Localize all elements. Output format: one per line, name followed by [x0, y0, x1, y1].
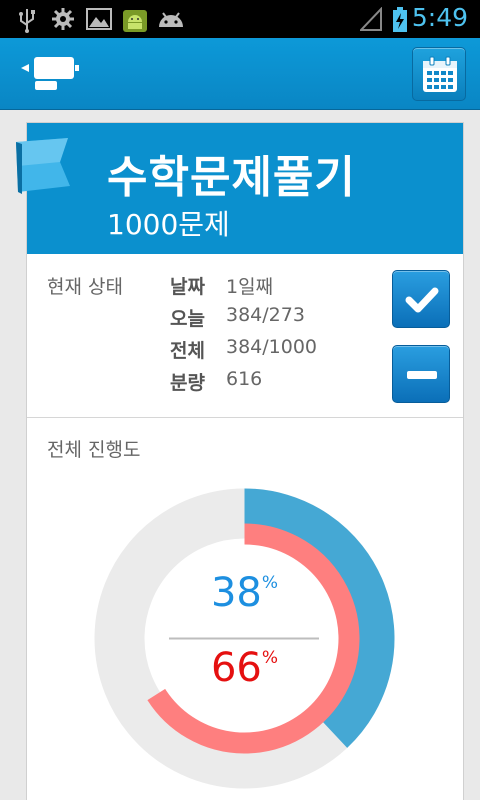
card-header: 수학문제풀기 1000문제	[27, 123, 463, 254]
check-button[interactable]	[392, 270, 450, 328]
android-icon	[159, 12, 183, 27]
check-icon	[405, 287, 439, 313]
row-value: 616	[226, 368, 263, 390]
usb-icon	[19, 9, 35, 33]
row-label: 날짜	[170, 276, 205, 298]
card-subtitle: 1000문제	[107, 208, 230, 241]
clock: 5:49	[411, 3, 468, 32]
minus-button[interactable]	[392, 345, 450, 403]
action-bar	[0, 38, 480, 110]
app-logo-icon[interactable]	[18, 54, 82, 94]
status-bar: 5:49	[0, 0, 480, 38]
minus-icon	[407, 371, 437, 379]
progress-title: 전체 진행도	[47, 439, 141, 461]
progress-ring	[94, 488, 395, 789]
android-icon	[123, 10, 147, 32]
progress-donut: 38% 66%	[89, 483, 400, 794]
problem-card: 수학문제풀기 1000문제 현재 상태 날짜 1일째 오늘 384/273 전체…	[26, 122, 464, 800]
row-label: 전체	[170, 340, 205, 362]
current-status-section: 현재 상태 날짜 1일째 오늘 384/273 전체 384/1000 분량 6…	[27, 254, 463, 418]
row-value: 1일째	[226, 276, 274, 298]
settings-icon	[52, 8, 74, 30]
inner-percent: 66%	[89, 645, 400, 691]
row-label: 오늘	[170, 308, 205, 330]
status-label: 현재 상태	[47, 276, 123, 298]
row-label: 분량	[170, 372, 205, 394]
ribbon-icon	[16, 138, 70, 194]
outer-percent: 38%	[89, 570, 400, 616]
calendar-button[interactable]	[412, 47, 466, 101]
battery-charging-icon	[393, 7, 407, 32]
signal-icon	[360, 7, 382, 31]
calendar-icon	[423, 56, 457, 92]
row-value: 384/273	[226, 304, 305, 326]
image-icon	[86, 8, 112, 30]
overall-progress-section: 전체 진행도 38% 66%	[27, 419, 463, 800]
inner-percent-value: 66	[210, 645, 262, 691]
row-value: 384/1000	[226, 336, 318, 358]
percent-symbol: %	[261, 648, 279, 668]
card-title: 수학문제풀기	[107, 152, 356, 203]
outer-percent-value: 38	[210, 570, 262, 616]
percent-symbol: %	[261, 573, 279, 593]
